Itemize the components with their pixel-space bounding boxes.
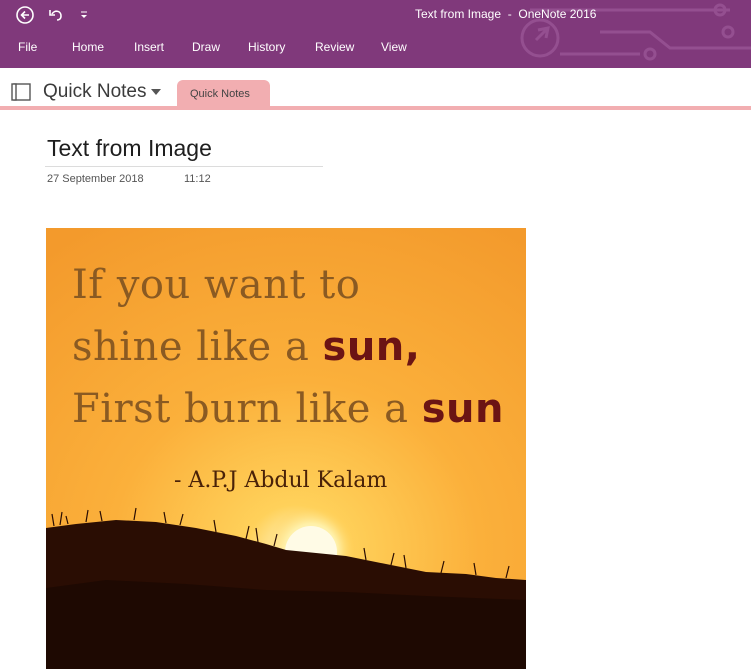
section-tab-underline (0, 106, 751, 110)
page-title[interactable]: Text from Image (47, 135, 212, 162)
tab-insert[interactable]: Insert (134, 40, 164, 54)
window-title: Text from Image - OneNote 2016 (415, 7, 597, 21)
notebook-name[interactable]: Quick Notes (43, 81, 146, 103)
section-tab-quick-notes[interactable]: Quick Notes (177, 80, 270, 106)
back-icon (16, 6, 34, 24)
notebook-bar: Quick Notes Quick Notes (0, 68, 751, 112)
title-divider (45, 166, 323, 167)
quote-line-2: shine like a sun, (72, 324, 420, 370)
customize-toolbar-icon (81, 11, 87, 18)
tab-home[interactable]: Home (72, 40, 104, 54)
back-button[interactable] (14, 6, 36, 24)
undo-icon (49, 10, 62, 21)
tab-review[interactable]: Review (315, 40, 354, 54)
ribbon: Text from Image - OneNote 2016 File Home… (0, 0, 751, 68)
notebook-icon (11, 83, 31, 101)
quote-line-1: If you want to (72, 262, 361, 308)
page-date: 27 September 2018 (47, 173, 144, 185)
quote-author: - A.P.J Abdul Kalam (174, 468, 388, 493)
quote-line-3-text: First burn like a (72, 386, 422, 432)
tab-draw[interactable]: Draw (192, 40, 220, 54)
quote-line-3-emphasis: sun (421, 386, 504, 432)
tab-history[interactable]: History (248, 40, 285, 54)
page-time: 11:12 (184, 173, 211, 185)
chevron-down-icon[interactable] (151, 89, 161, 95)
section-tab-label: Quick Notes (190, 88, 250, 100)
quote-line-3: First burn like a sun (72, 386, 504, 432)
customize-toolbar-button[interactable] (77, 6, 91, 24)
quote-image[interactable]: If you want to shine like a sun, First b… (46, 228, 526, 669)
quote-line-2-emphasis: sun, (322, 324, 421, 370)
tab-file[interactable]: File (18, 40, 37, 54)
undo-button[interactable] (46, 6, 66, 24)
tab-view[interactable]: View (381, 40, 407, 54)
quote-line-2-text: shine like a (72, 324, 323, 370)
